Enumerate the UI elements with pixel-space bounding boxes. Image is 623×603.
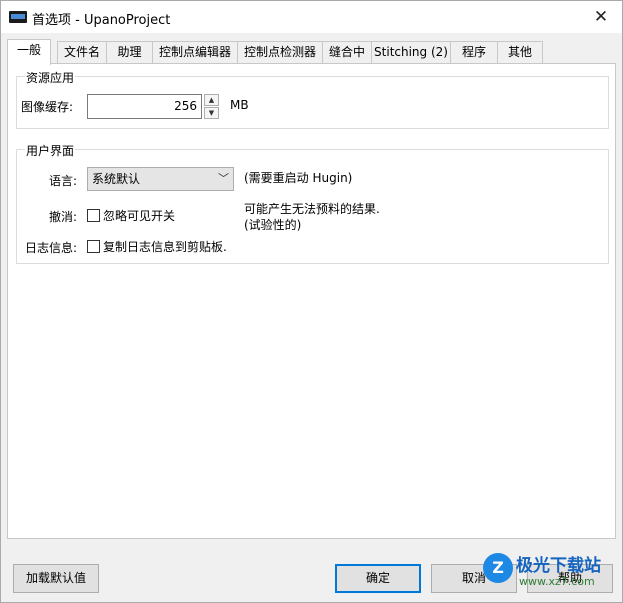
image-cache-label: 图像缓存: [21,100,74,114]
app-icon [9,11,27,23]
tab-control-point-detector[interactable]: 控制点检测器 [237,41,323,63]
language-dropdown-value: 系统默认 [92,172,141,186]
tab-panel-general [7,63,616,539]
close-icon[interactable]: ✕ [586,3,616,31]
chevron-down-icon: ﹀ [218,172,229,185]
ignore-visibility-checkbox-row[interactable]: 忽略可见开关 [87,207,175,224]
window-title: 首选项 - UpanoProject [32,13,171,28]
ignore-visibility-checkbox[interactable] [87,209,100,222]
tab-assistant[interactable]: 助理 [106,41,153,63]
copy-log-label: 复制日志信息到剪贴板. [103,240,227,254]
copy-log-checkbox[interactable] [87,240,100,253]
undo-warning-line1: 可能产生无法预料的结果. [244,202,380,216]
ok-button[interactable]: 确定 [335,564,421,593]
tab-general[interactable]: 一般 [7,39,51,65]
tab-stitching-2[interactable]: Stitching (2) [371,41,451,63]
user-interface-group-title: 用户界面 [25,142,76,159]
ignore-visibility-label: 忽略可见开关 [103,209,176,223]
watermark-logo-icon: Z [483,553,513,583]
copy-log-checkbox-row[interactable]: 复制日志信息到剪贴板. [87,238,227,255]
spin-up-icon[interactable]: ▲ [204,94,219,106]
watermark-url: www.xz7.com [519,575,595,588]
image-cache-input[interactable]: 256 [87,94,202,119]
language-dropdown[interactable]: 系统默认 ﹀ [87,167,234,191]
watermark-name: 极光下载站 [516,556,601,576]
spin-down-icon[interactable]: ▼ [204,107,219,119]
tab-filenames[interactable]: 文件名 [57,41,107,63]
load-defaults-button[interactable]: 加载默认值 [13,564,99,593]
tab-control-point-editor[interactable]: 控制点编辑器 [152,41,238,63]
language-label: 语言: [49,174,78,188]
watermark: Z 极光下载站 www.xz7.com [483,549,621,597]
preferences-window: 首选项 - UpanoProject ✕ 一般 文件名 助理 控制点编辑器 控制… [0,0,623,603]
tab-other[interactable]: 其他 [497,41,543,63]
log-info-label: 日志信息: [25,241,78,255]
tab-stitching[interactable]: 缝合中 [322,41,372,63]
cache-unit-label: MB [230,98,249,112]
restart-note: (需要重启动 Hugin) [244,171,353,185]
undo-warning-line2: (试验性的) [244,218,302,232]
title-bar: 首选项 - UpanoProject ✕ [1,1,622,33]
undo-label: 撤消: [49,210,78,224]
resources-group-title: 资源应用 [25,69,76,86]
tab-programs[interactable]: 程序 [450,41,498,63]
